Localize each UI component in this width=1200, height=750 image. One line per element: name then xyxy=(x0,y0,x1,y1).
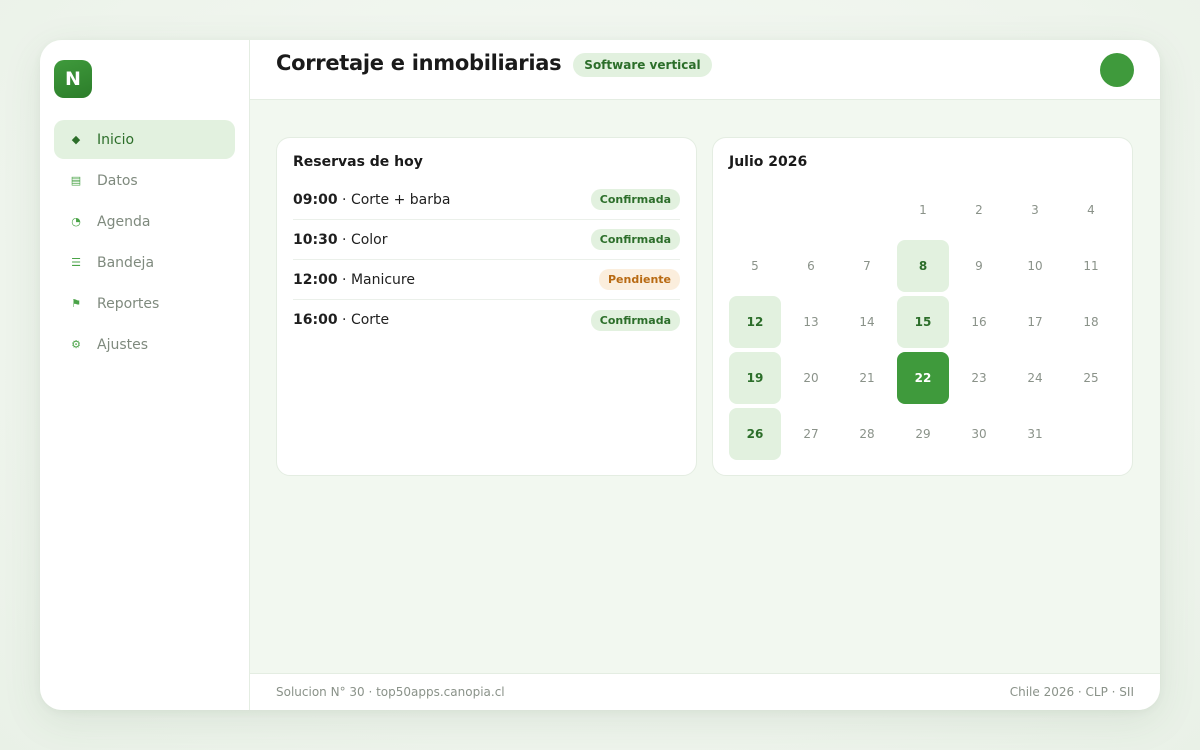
reserva-row[interactable]: 10:30 · Color Confirmada xyxy=(293,220,680,260)
calendar-day[interactable]: 5 xyxy=(729,240,781,292)
sidebar-nav: ◆ Inicio ▤ Datos ◔ Agenda ☰ Bandeja ⚑ Reportes ⚙ Aj… xyxy=(54,120,235,364)
sidebar-item-label: Inicio xyxy=(97,131,135,148)
clock-icon: ◔ xyxy=(71,215,81,228)
sidebar-item-label: Reportes xyxy=(97,295,160,312)
calendar-day[interactable]: 17 xyxy=(1009,296,1061,348)
reservas-list: 09:00 · Corte + barba Confirmada 10:30 · C… xyxy=(293,180,680,340)
diamond-icon: ◆ xyxy=(71,133,81,146)
list-icon: ☰ xyxy=(71,256,81,269)
sidebar-item-bandeja[interactable]: ☰ Bandeja xyxy=(54,243,235,282)
sidebar-item-label: Agenda xyxy=(97,213,151,230)
calendar-day[interactable]: 14 xyxy=(841,296,893,348)
main-area: Corretaje e inmobiliarias Software verti… xyxy=(250,40,1160,710)
reservas-card: Reservas de hoy 09:00 · Corte + barba Con… xyxy=(276,137,697,476)
sidebar-item-label: Datos xyxy=(97,172,138,189)
calendar-day[interactable]: 6 xyxy=(785,240,837,292)
calendar-day[interactable]: 21 xyxy=(841,352,893,404)
reserva-row[interactable]: 12:00 · Manicure Pendiente xyxy=(293,260,680,300)
reserva-service: Corte xyxy=(350,312,390,328)
footer-right: Chile 2026 · CLP · SII xyxy=(1009,685,1134,699)
calendar-day[interactable]: 10 xyxy=(1009,240,1061,292)
app-window: N ◆ Inicio ▤ Datos ◔ Agenda ☰ Bandeja ⚑ Reportes ⚙… xyxy=(40,40,1160,710)
calendar-day[interactable]: 26 xyxy=(729,408,781,460)
calendar-day[interactable]: 11 xyxy=(1065,240,1117,292)
calendar-day[interactable]: 4 xyxy=(1065,184,1117,236)
reserva-info: 09:00 · Corte + barba xyxy=(293,191,451,208)
reserva-service: Corte + barba xyxy=(350,191,451,208)
reserva-info: 10:30 · Color xyxy=(293,231,388,248)
reserva-service: Manicure xyxy=(350,271,415,288)
calendar-title: Julio 2026 xyxy=(729,154,808,170)
calendar-day[interactable]: 3 xyxy=(1009,184,1061,236)
sidebar-item-agenda[interactable]: ◔ Agenda xyxy=(54,202,235,241)
calendar-day[interactable]: 2 xyxy=(953,184,1005,236)
page-title: Corretaje e inmobiliarias xyxy=(276,50,562,75)
sidebar-item-ajustes[interactable]: ⚙ Ajustes xyxy=(54,325,235,364)
calendar-day[interactable]: 28 xyxy=(841,408,893,460)
calendar-day[interactable]: 7 xyxy=(841,240,893,292)
reserva-info: 12:00 · Manicure xyxy=(293,271,415,288)
reserva-row[interactable]: 09:00 · Corte + barba Confirmada xyxy=(293,180,680,220)
footer-left: Solucion N° 30 · top50apps.canopia.cl xyxy=(276,685,505,699)
sidebar-item-label: Ajustes xyxy=(97,336,149,353)
calendar-grid: 1 2 3 4 5 6 7 8 9 10 11 12 13 14 15 16 17 18 19 20 21 22 23 24 2… xyxy=(729,184,1116,460)
reserva-time: 12:00 xyxy=(293,271,338,288)
table-icon: ▤ xyxy=(70,174,82,187)
calendar-card: Julio 2026 1 2 3 4 5 6 7 8 9 10 11 12 13 14 15 16 17 18 19… xyxy=(712,137,1133,476)
reserva-info: 16:00 · Corte xyxy=(293,312,390,328)
calendar-day[interactable]: 18 xyxy=(1065,296,1117,348)
calendar-blank xyxy=(841,184,893,236)
sidebar-item-inicio[interactable]: ◆ Inicio xyxy=(54,120,235,159)
calendar-day[interactable]: 16 xyxy=(953,296,1005,348)
reserva-time: 09:00 xyxy=(293,191,338,208)
calendar-day[interactable]: 25 xyxy=(1065,352,1117,404)
calendar-blank xyxy=(729,184,781,236)
calendar-day[interactable]: 8 xyxy=(897,240,949,292)
calendar-day-today[interactable]: 22 xyxy=(897,352,949,404)
sidebar: N ◆ Inicio ▤ Datos ◔ Agenda ☰ Bandeja ⚑ Reportes ⚙… xyxy=(40,40,250,710)
calendar-day[interactable]: 12 xyxy=(729,296,781,348)
avatar[interactable] xyxy=(1100,53,1134,87)
flag-icon: ⚑ xyxy=(71,297,81,310)
sidebar-item-reportes[interactable]: ⚑ Reportes xyxy=(54,284,235,323)
status-badge: Confirmada xyxy=(590,229,680,250)
reserva-time: 16:00 xyxy=(293,312,338,328)
calendar-day[interactable]: 9 xyxy=(953,240,1005,292)
reserva-service: Color xyxy=(350,231,388,248)
app-logo[interactable]: N xyxy=(54,60,92,98)
calendar-day[interactable]: 19 xyxy=(729,352,781,404)
calendar-day[interactable]: 20 xyxy=(785,352,837,404)
calendar-blank xyxy=(785,184,837,236)
calendar-day[interactable]: 29 xyxy=(897,408,949,460)
calendar-day[interactable]: 15 xyxy=(897,296,949,348)
reserva-time: 10:30 xyxy=(293,231,338,248)
calendar-day[interactable]: 23 xyxy=(953,352,1005,404)
footer: Solucion N° 30 · top50apps.canopia.cl Ch… xyxy=(250,673,1160,710)
status-badge: Confirmada xyxy=(590,189,680,210)
calendar-day[interactable]: 1 xyxy=(897,184,949,236)
category-badge: Software vertical xyxy=(573,52,712,77)
reservas-title: Reservas de hoy xyxy=(293,154,423,170)
calendar-day[interactable]: 31 xyxy=(1009,408,1061,460)
status-badge: Confirmada xyxy=(590,309,680,331)
reserva-row[interactable]: 16:00 · Corte Confirmada xyxy=(293,300,680,340)
gear-icon: ⚙ xyxy=(71,338,81,351)
status-badge: Pendiente xyxy=(598,269,680,290)
sidebar-item-datos[interactable]: ▤ Datos xyxy=(54,161,235,200)
sidebar-item-label: Bandeja xyxy=(97,254,155,271)
calendar-day[interactable]: 27 xyxy=(785,408,837,460)
calendar-day[interactable]: 13 xyxy=(785,296,837,348)
header: Corretaje e inmobiliarias Software verti… xyxy=(250,40,1160,100)
calendar-day[interactable]: 30 xyxy=(953,408,1005,460)
calendar-day[interactable]: 24 xyxy=(1009,352,1061,404)
